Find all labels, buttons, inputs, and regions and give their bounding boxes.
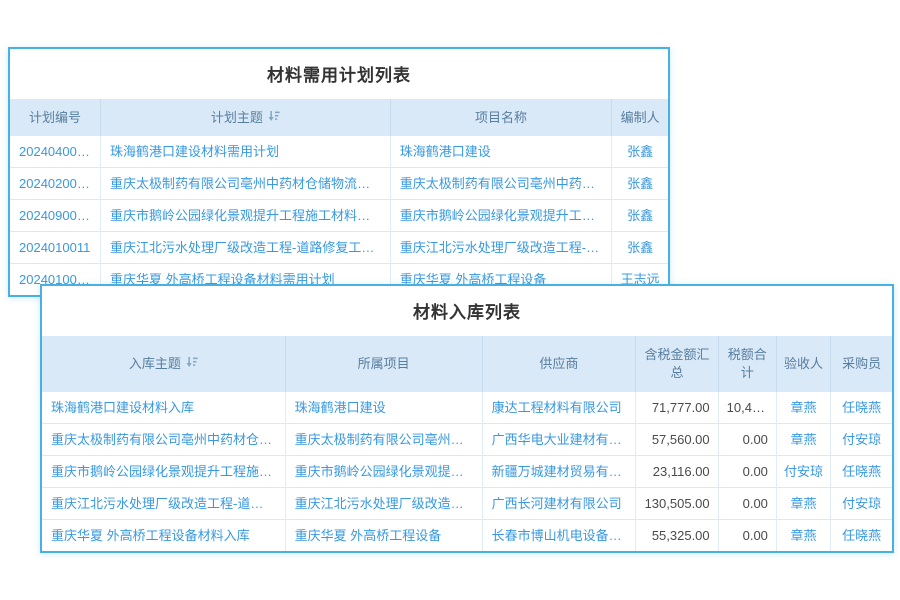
cell-compiler[interactable]: 张鑫 xyxy=(612,136,668,168)
cell-plan-no[interactable]: 2024040003 xyxy=(10,136,101,168)
cell-inbound-subject[interactable]: 重庆江北污水处理厂级改造工程-道路修复工程... xyxy=(42,487,285,519)
column-header-plan-no: 计划编号 xyxy=(10,99,101,136)
column-header-label: 计划主题 xyxy=(211,110,263,125)
cell-inbound-subject[interactable]: 重庆市鹅岭公园绿化景观提升工程施工材料入库 xyxy=(42,455,285,487)
table-row: 2024040003珠海鹤港口建设材料需用计划珠海鹤港口建设张鑫 xyxy=(10,136,668,168)
cell-inspector[interactable]: 章燕 xyxy=(776,423,830,455)
plan-table-title: 材料需用计划列表 xyxy=(10,49,668,99)
cell-inbound-subject[interactable]: 重庆太极制药有限公司亳州中药材仓储物流基... xyxy=(42,423,285,455)
column-header-label: 税额合计 xyxy=(728,347,767,380)
table-row: 重庆太极制药有限公司亳州中药材仓储物流基...重庆太极制药有限公司亳州中药材仓.… xyxy=(42,423,892,455)
inbound-table-header-row: 入库主题 所属项目 供应商 含税金额汇总税额合计 验收人 采购员 xyxy=(42,336,892,391)
cell-tax-total: 0.00 xyxy=(718,455,776,487)
cell-plan-no[interactable]: 2024010011 xyxy=(10,232,101,264)
column-header-label: 项目名称 xyxy=(475,110,527,125)
cell-inspector[interactable]: 章燕 xyxy=(776,391,830,423)
cell-plan-subject[interactable]: 重庆市鹅岭公园绿化景观提升工程施工材料需用计划 xyxy=(101,200,391,232)
cell-compiler[interactable]: 张鑫 xyxy=(612,168,668,200)
cell-supplier[interactable]: 新疆万城建材贸易有限公司 xyxy=(482,455,636,487)
cell-purchaser[interactable]: 任晓燕 xyxy=(831,455,892,487)
cell-inspector[interactable]: 章燕 xyxy=(776,519,830,551)
sort-icon[interactable] xyxy=(268,110,280,122)
cell-owning-project[interactable]: 重庆江北污水处理厂级改造工程-道路... xyxy=(285,487,482,519)
table-row: 珠海鹤港口建设材料入库珠海鹤港口建设康达工程材料有限公司71,777.0010,… xyxy=(42,391,892,423)
column-header-label: 供应商 xyxy=(539,356,578,371)
cell-project-name[interactable]: 重庆市鹅岭公园绿化景观提升工程施工 xyxy=(390,200,611,232)
column-header-label: 入库主题 xyxy=(129,356,181,371)
table-row: 重庆江北污水处理厂级改造工程-道路修复工程...重庆江北污水处理厂级改造工程-道… xyxy=(42,487,892,519)
cell-tax-incl-amount-total: 55,325.00 xyxy=(636,519,718,551)
column-header-inbound-subject[interactable]: 入库主题 xyxy=(42,336,285,391)
cell-owning-project[interactable]: 珠海鹤港口建设 xyxy=(285,391,482,423)
cell-supplier[interactable]: 康达工程材料有限公司 xyxy=(482,391,636,423)
column-header-inspector: 验收人 xyxy=(776,336,830,391)
material-plan-table: 计划编号 计划主题 项目名称 编制人 2024040003珠海鹤港口建设材料需用计划珠… xyxy=(10,99,668,295)
cell-compiler[interactable]: 张鑫 xyxy=(612,232,668,264)
cell-purchaser[interactable]: 付安琼 xyxy=(831,487,892,519)
cell-compiler[interactable]: 张鑫 xyxy=(612,200,668,232)
cell-tax-total: 0.00 xyxy=(718,487,776,519)
material-inbound-table: 入库主题 所属项目 供应商 含税金额汇总税额合计 验收人 采购员 珠海鹤港口建设材料入库珠… xyxy=(42,336,892,551)
column-header-purchaser: 采购员 xyxy=(831,336,892,391)
cell-purchaser[interactable]: 任晓燕 xyxy=(831,391,892,423)
material-plan-list-card: 材料需用计划列表 计划编号计划主题项目名称编制人 2024040003珠海鹤港口… xyxy=(8,47,670,297)
column-header-compiler: 编制人 xyxy=(612,99,668,136)
cell-tax-incl-amount-total: 130,505.00 xyxy=(636,487,718,519)
column-header-label: 采购员 xyxy=(842,356,881,371)
cell-supplier[interactable]: 广西长河建材有限公司 xyxy=(482,487,636,519)
cell-plan-no[interactable]: 2024020004 xyxy=(10,168,101,200)
plan-table-header-row: 计划编号 计划主题 项目名称 编制人 xyxy=(10,99,668,136)
table-row: 重庆华夏 外高桥工程设备材料入库重庆华夏 外高桥工程设备长春市博山机电设备有限公… xyxy=(42,519,892,551)
column-header-project-name: 项目名称 xyxy=(390,99,611,136)
column-header-supplier: 供应商 xyxy=(482,336,636,391)
cell-plan-subject[interactable]: 珠海鹤港口建设材料需用计划 xyxy=(101,136,391,168)
cell-tax-incl-amount-total: 23,116.00 xyxy=(636,455,718,487)
cell-purchaser[interactable]: 付安琼 xyxy=(831,423,892,455)
cell-supplier[interactable]: 广西华电大业建材有限公司 xyxy=(482,423,636,455)
column-header-label: 计划编号 xyxy=(29,110,81,125)
cell-supplier[interactable]: 长春市博山机电设备有限公司 xyxy=(482,519,636,551)
column-header-owning-project: 所属项目 xyxy=(285,336,482,391)
material-inbound-list-card: 材料入库列表 入库主题 所属项目 供应商 含税金额汇总税额合计 验收人 采购员 珠海鹤港口… xyxy=(40,284,894,553)
cell-owning-project[interactable]: 重庆太极制药有限公司亳州中药材仓... xyxy=(285,423,482,455)
column-header-tax-total: 税额合计 xyxy=(718,336,776,391)
cell-tax-incl-amount-total: 57,560.00 xyxy=(636,423,718,455)
sort-icon[interactable] xyxy=(186,356,198,368)
column-header-tax-incl-amount-total: 含税金额汇总 xyxy=(636,336,718,391)
cell-inspector[interactable]: 付安琼 xyxy=(776,455,830,487)
cell-tax-total: 0.00 xyxy=(718,423,776,455)
cell-inbound-subject[interactable]: 重庆华夏 外高桥工程设备材料入库 xyxy=(42,519,285,551)
inbound-table-title: 材料入库列表 xyxy=(42,286,892,336)
cell-tax-total: 0.00 xyxy=(718,519,776,551)
column-header-label: 所属项目 xyxy=(358,356,410,371)
cell-purchaser[interactable]: 任晓燕 xyxy=(831,519,892,551)
table-row: 重庆市鹅岭公园绿化景观提升工程施工材料入库重庆市鹅岭公园绿化景观提升工程施工新疆… xyxy=(42,455,892,487)
column-header-label: 含税金额汇总 xyxy=(644,347,709,380)
cell-tax-total: 10,42... xyxy=(718,391,776,423)
cell-plan-subject[interactable]: 重庆江北污水处理厂级改造工程-道路修复工程主要材料 xyxy=(101,232,391,264)
cell-project-name[interactable]: 重庆江北污水处理厂级改造工程-道路修复工程 xyxy=(390,232,611,264)
cell-inspector[interactable]: 章燕 xyxy=(776,487,830,519)
table-row: 2024020004重庆太极制药有限公司亳州中药材仓储物流基地项目...重庆太极… xyxy=(10,168,668,200)
cell-owning-project[interactable]: 重庆华夏 外高桥工程设备 xyxy=(285,519,482,551)
table-row: 2024010011重庆江北污水处理厂级改造工程-道路修复工程主要材料重庆江北污… xyxy=(10,232,668,264)
cell-plan-no[interactable]: 2024090001 xyxy=(10,200,101,232)
table-row: 2024090001重庆市鹅岭公园绿化景观提升工程施工材料需用计划重庆市鹅岭公园… xyxy=(10,200,668,232)
column-header-label: 验收人 xyxy=(784,356,823,371)
cell-project-name[interactable]: 重庆太极制药有限公司亳州中药材仓储物流... xyxy=(390,168,611,200)
cell-owning-project[interactable]: 重庆市鹅岭公园绿化景观提升工程施工 xyxy=(285,455,482,487)
column-header-plan-subject[interactable]: 计划主题 xyxy=(101,99,391,136)
column-header-label: 编制人 xyxy=(621,110,660,125)
cell-project-name[interactable]: 珠海鹤港口建设 xyxy=(390,136,611,168)
cell-plan-subject[interactable]: 重庆太极制药有限公司亳州中药材仓储物流基地项目... xyxy=(101,168,391,200)
cell-inbound-subject[interactable]: 珠海鹤港口建设材料入库 xyxy=(42,391,285,423)
cell-tax-incl-amount-total: 71,777.00 xyxy=(636,391,718,423)
